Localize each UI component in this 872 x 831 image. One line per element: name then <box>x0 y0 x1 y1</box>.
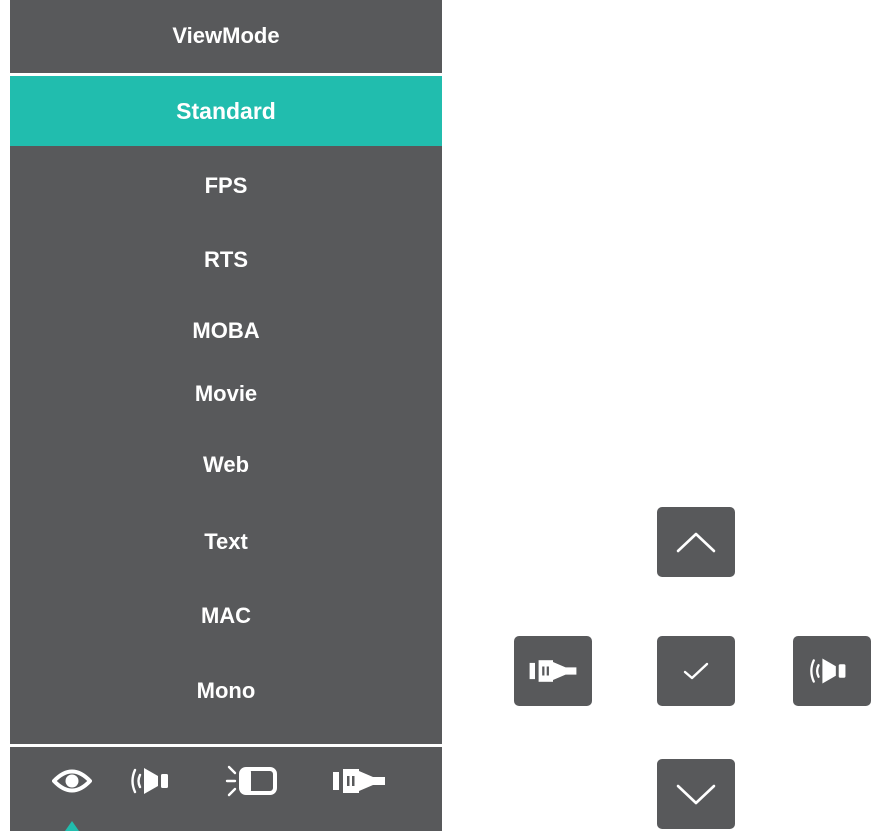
menu-item-mac[interactable]: MAC <box>10 580 442 652</box>
menu-item-text[interactable]: Text <box>10 505 442 579</box>
menu-item-rts[interactable]: RTS <box>10 224 442 296</box>
active-tab-marker <box>65 821 79 831</box>
display-icon[interactable] <box>213 753 293 809</box>
up-key-button[interactable] <box>657 507 735 577</box>
menu-item-fps[interactable]: FPS <box>10 150 442 222</box>
menu-title: ViewMode <box>172 23 280 48</box>
ok-key-button[interactable] <box>657 636 735 706</box>
left-key-button[interactable] <box>514 636 592 706</box>
chevron-up-icon <box>676 532 716 553</box>
audio-mode-icon[interactable] <box>114 753 194 809</box>
audio-mode-icon <box>810 658 846 684</box>
menu-item-web[interactable]: Web <box>10 428 442 502</box>
input-source-icon[interactable] <box>319 753 399 809</box>
osd-bottom-bar <box>10 747 442 831</box>
menu-item-standard[interactable]: Standard <box>10 76 442 146</box>
chevron-down-icon <box>676 784 716 805</box>
down-key-button[interactable] <box>657 759 735 829</box>
checkmark-icon <box>683 662 709 680</box>
menu-item-movie[interactable]: Movie <box>10 364 442 424</box>
osd-menu-panel: ViewMode Standard FPS RTS MOBA Movie Web… <box>10 0 442 831</box>
menu-item-mono[interactable]: Mono <box>10 655 442 727</box>
menu-item-moba[interactable]: MOBA <box>10 298 442 364</box>
input-source-icon <box>529 660 577 682</box>
eye-icon[interactable] <box>32 753 112 809</box>
right-key-button[interactable] <box>793 636 871 706</box>
